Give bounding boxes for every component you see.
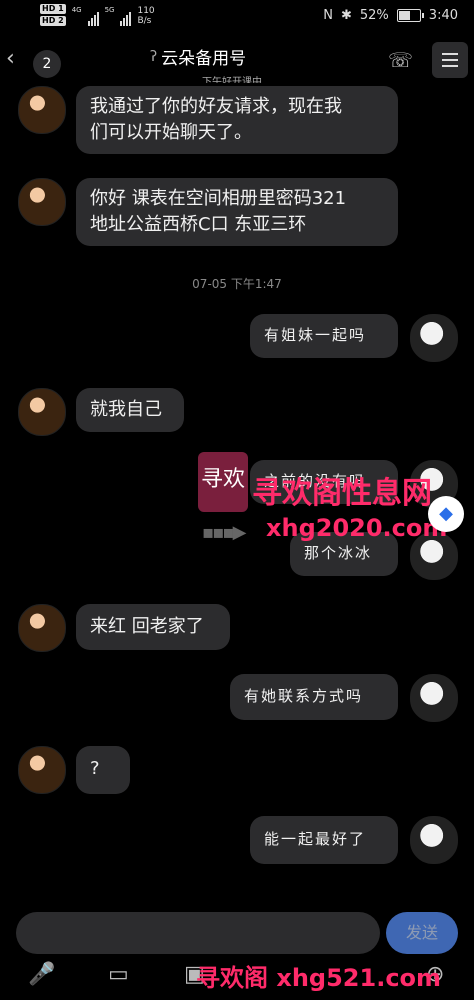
message-bubble[interactable]: 有姐妹一起吗 bbox=[250, 314, 398, 358]
contact-avatar[interactable] bbox=[18, 178, 66, 226]
phone-icon[interactable]: ☏ bbox=[388, 48, 413, 72]
contact-avatar[interactable] bbox=[18, 86, 66, 134]
ear-icon: ʔ bbox=[150, 48, 158, 65]
message-bubble[interactable]: ? bbox=[76, 746, 130, 794]
nfc-icon: N bbox=[323, 8, 333, 23]
user-avatar[interactable] bbox=[410, 674, 458, 722]
floating-badge-icon[interactable]: ◆ bbox=[428, 496, 464, 532]
hd2-indicator: HD 2 bbox=[40, 16, 66, 26]
microphone-icon[interactable]: 🎤 bbox=[28, 962, 55, 987]
chat-title-block[interactable]: ʔ 云朵备用号 下午好开课中 bbox=[150, 44, 340, 84]
net-4g-label: 4G bbox=[71, 6, 82, 14]
message-bubble[interactable]: 来红 回老家了 bbox=[76, 604, 230, 650]
message-bubble[interactable]: 你好 课表在空间相册里密码321 地址公益西桥C口 东亚三环 bbox=[76, 178, 398, 246]
watermark-arrow-icon: ▪▪▪▶ bbox=[202, 522, 246, 543]
contact-avatar[interactable] bbox=[18, 388, 66, 436]
user-avatar[interactable] bbox=[410, 816, 458, 864]
contact-avatar[interactable] bbox=[18, 604, 66, 652]
status-bar: HD 1 HD 2 4G 5G 110 B/s N ✱ 52% 3:40 bbox=[0, 0, 474, 34]
message-bubble[interactable]: 有她联系方式吗 bbox=[230, 674, 398, 720]
unread-count-badge[interactable]: 2 bbox=[33, 50, 61, 78]
signal2-icon bbox=[120, 8, 132, 26]
message-bubble[interactable]: 能一起最好了 bbox=[250, 816, 398, 864]
network-speed: 110 B/s bbox=[137, 6, 155, 26]
battery-icon bbox=[396, 9, 424, 22]
back-icon[interactable]: ‹ bbox=[6, 46, 15, 71]
message-bubble[interactable]: 我通过了你的好友请求，现在我 们可以开始聊天了。 bbox=[76, 86, 398, 154]
cast-icon[interactable]: ▭ bbox=[108, 962, 129, 987]
menu-button[interactable] bbox=[432, 42, 468, 78]
watermark-footer: 寻欢阁 xhg521.com bbox=[196, 964, 442, 992]
watermark-logo: 寻欢 bbox=[198, 452, 248, 512]
message-timestamp: 07-05 下午1:47 bbox=[192, 277, 282, 291]
signal-icon bbox=[87, 8, 99, 26]
watermark-url: xhg2020.com bbox=[266, 514, 448, 542]
chat-subtitle: 下午好开课中 bbox=[202, 77, 262, 83]
bluetooth-icon: ✱ bbox=[340, 8, 352, 23]
send-button[interactable]: 发送 bbox=[386, 912, 458, 954]
hd1-indicator: HD 1 bbox=[40, 4, 66, 14]
watermark-brand: 寻欢阁性息网 bbox=[252, 476, 432, 511]
message-bubble[interactable]: 就我自己 bbox=[76, 388, 184, 432]
battery-percent: 52% bbox=[359, 8, 389, 23]
contact-avatar[interactable] bbox=[18, 746, 66, 794]
chat-header: ‹ 2 ʔ 云朵备用号 下午好开课中 ☏ bbox=[0, 34, 474, 86]
clock: 3:40 bbox=[428, 8, 458, 23]
net-5g-label: 5G bbox=[104, 6, 115, 14]
message-input[interactable] bbox=[16, 912, 380, 954]
chat-title: 云朵备用号 bbox=[161, 49, 247, 69]
user-avatar[interactable] bbox=[410, 314, 458, 362]
